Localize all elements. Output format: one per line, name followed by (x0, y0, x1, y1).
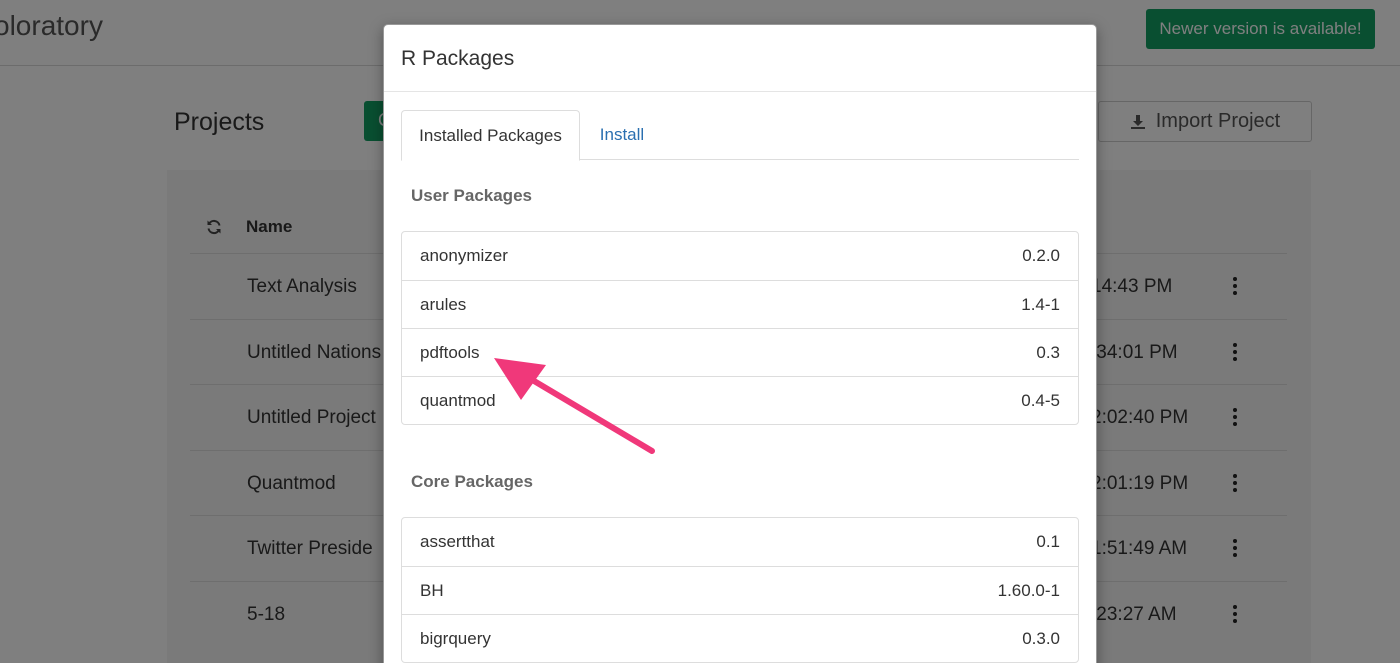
package-name: assertthat (420, 532, 495, 551)
list-item: bigrquery 0.3.0 (402, 614, 1078, 662)
modal-title: R Packages (401, 47, 515, 70)
package-name: quantmod (420, 391, 496, 410)
list-item: anonymizer 0.2.0 (402, 232, 1078, 280)
package-version: 0.3 (1036, 343, 1060, 362)
package-version: 0.1 (1036, 532, 1060, 551)
package-version: 1.60.0-1 (997, 581, 1060, 600)
package-version: 0.4-5 (1021, 391, 1060, 410)
modal-header: R Packages (384, 25, 1096, 92)
list-item: assertthat 0.1 (402, 518, 1078, 566)
package-name: bigrquery (420, 629, 491, 648)
core-packages-title: Core Packages (411, 472, 533, 491)
package-version: 0.2.0 (1022, 246, 1060, 265)
package-version: 1.4-1 (1021, 295, 1060, 314)
list-item: BH 1.60.0-1 (402, 566, 1078, 614)
package-version: 0.3.0 (1022, 629, 1060, 648)
package-tabs: Installed Packages Install (401, 110, 1079, 161)
user-packages-title: User Packages (411, 186, 532, 205)
package-name: pdftools (420, 343, 480, 362)
r-packages-modal: R Packages Installed Packages Install Us… (383, 24, 1097, 663)
package-name: arules (420, 295, 467, 314)
tab-installed-packages[interactable]: Installed Packages (401, 110, 580, 161)
list-item: arules 1.4-1 (402, 280, 1078, 328)
core-packages-list: assertthat 0.1 BH 1.60.0-1 bigrquery 0.3.0 (401, 517, 1079, 663)
package-name: BH (420, 581, 444, 600)
package-name: anonymizer (420, 246, 508, 265)
tab-install[interactable]: Install (582, 110, 662, 160)
annotation-arrow-icon (494, 358, 655, 454)
